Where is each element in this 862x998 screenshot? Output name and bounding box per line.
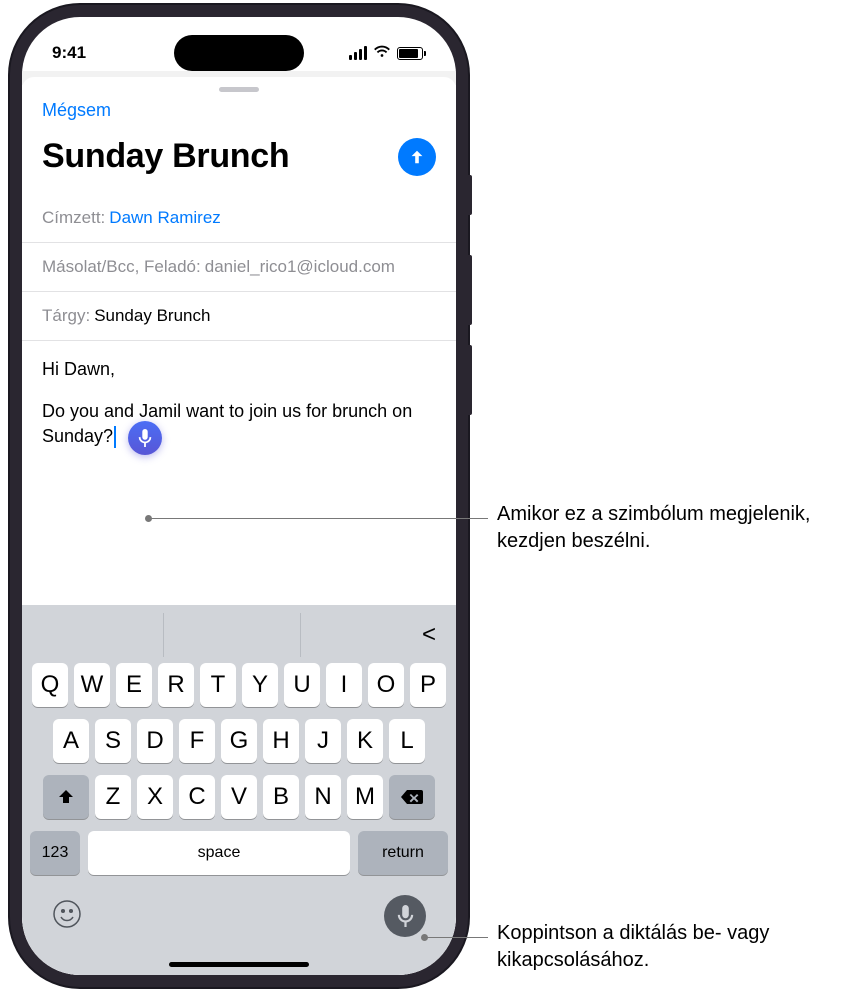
key-v[interactable]: V xyxy=(221,775,257,819)
key-m[interactable]: M xyxy=(347,775,383,819)
emoji-icon xyxy=(52,899,82,929)
to-value: Dawn Ramirez xyxy=(109,208,220,228)
key-p[interactable]: P xyxy=(410,663,446,707)
text-cursor xyxy=(114,426,116,448)
chevron-left-icon: < xyxy=(422,621,436,649)
suggestion-2[interactable] xyxy=(164,613,300,657)
wifi-icon xyxy=(373,43,391,63)
send-button[interactable] xyxy=(398,138,436,176)
key-j[interactable]: J xyxy=(305,719,341,763)
microphone-icon xyxy=(138,429,152,447)
battery-icon xyxy=(397,47,426,60)
email-body[interactable]: Hi Dawn, Do you and Jamil want to join u… xyxy=(22,341,456,464)
numbers-key[interactable]: 123 xyxy=(30,831,80,875)
key-s[interactable]: S xyxy=(95,719,131,763)
key-n[interactable]: N xyxy=(305,775,341,819)
compose-sheet: Mégsem Sunday Brunch Címzett: Dawn Ramir… xyxy=(22,77,456,975)
clock-time: 9:41 xyxy=(52,43,86,63)
shift-key[interactable] xyxy=(43,775,89,819)
sheet-grabber[interactable] xyxy=(219,87,259,92)
to-label: Címzett: xyxy=(42,208,105,228)
microphone-icon xyxy=(397,905,414,927)
suggestion-1[interactable] xyxy=(28,613,164,657)
to-field[interactable]: Címzett: Dawn Ramirez xyxy=(22,194,456,243)
from-value: daniel_rico1@icloud.com xyxy=(205,257,395,277)
return-key[interactable]: return xyxy=(358,831,448,875)
key-o[interactable]: O xyxy=(368,663,404,707)
key-l[interactable]: L xyxy=(389,719,425,763)
dictation-active-indicator[interactable] xyxy=(128,421,162,455)
suggestion-collapse[interactable]: < xyxy=(301,613,450,657)
volume-up-button xyxy=(466,255,472,325)
cc-label: Másolat/Bcc, Feladó: xyxy=(42,257,201,277)
key-g[interactable]: G xyxy=(221,719,257,763)
key-t[interactable]: T xyxy=(200,663,236,707)
key-f[interactable]: F xyxy=(179,719,215,763)
subject-label: Tárgy: xyxy=(42,306,90,326)
key-u[interactable]: U xyxy=(284,663,320,707)
compose-title: Sunday Brunch xyxy=(42,137,289,176)
callout-2: Koppintson a diktálás be- vagy kikapcsol… xyxy=(497,920,837,974)
subject-field[interactable]: Tárgy: Sunday Brunch xyxy=(22,292,456,341)
key-k[interactable]: K xyxy=(347,719,383,763)
dictation-button[interactable] xyxy=(384,895,426,937)
cancel-button[interactable]: Mégsem xyxy=(22,98,456,133)
key-d[interactable]: D xyxy=(137,719,173,763)
iphone-frame: 9:41 Mégsem Sunday Brunch xyxy=(10,5,468,987)
iphone-screen: 9:41 Mégsem Sunday Brunch xyxy=(22,17,456,975)
body-line-1: Hi Dawn, xyxy=(42,357,436,381)
key-e[interactable]: E xyxy=(116,663,152,707)
key-w[interactable]: W xyxy=(74,663,110,707)
key-a[interactable]: A xyxy=(53,719,89,763)
dynamic-island xyxy=(174,35,304,71)
backspace-icon xyxy=(400,788,424,806)
key-z[interactable]: Z xyxy=(95,775,131,819)
shift-icon xyxy=(57,788,75,806)
key-c[interactable]: C xyxy=(179,775,215,819)
callout-line-2 xyxy=(426,937,488,938)
keyboard: < QWERTYUIOP ASDFGHJKL ZXCVBNM 123 space… xyxy=(22,605,456,975)
home-indicator[interactable] xyxy=(169,962,309,967)
suggestion-bar: < xyxy=(22,613,456,657)
body-line-2: Do you and Jamil want to join us for bru… xyxy=(42,399,436,448)
key-h[interactable]: H xyxy=(263,719,299,763)
subject-value: Sunday Brunch xyxy=(94,306,210,326)
key-y[interactable]: Y xyxy=(242,663,278,707)
cellular-signal-icon xyxy=(349,46,367,60)
callout-1: Amikor ez a szimbólum megjelenik, kezdje… xyxy=(497,501,837,555)
key-x[interactable]: X xyxy=(137,775,173,819)
arrow-up-icon xyxy=(408,148,426,166)
volume-down-button xyxy=(466,345,472,415)
backspace-key[interactable] xyxy=(389,775,435,819)
cc-bcc-from-field[interactable]: Másolat/Bcc, Feladó: daniel_rico1@icloud… xyxy=(22,243,456,292)
key-b[interactable]: B xyxy=(263,775,299,819)
space-key[interactable]: space xyxy=(88,831,350,875)
key-r[interactable]: R xyxy=(158,663,194,707)
emoji-button[interactable] xyxy=(52,899,82,934)
key-q[interactable]: Q xyxy=(32,663,68,707)
side-button xyxy=(466,175,472,215)
callout-line-1 xyxy=(150,518,488,519)
key-i[interactable]: I xyxy=(326,663,362,707)
